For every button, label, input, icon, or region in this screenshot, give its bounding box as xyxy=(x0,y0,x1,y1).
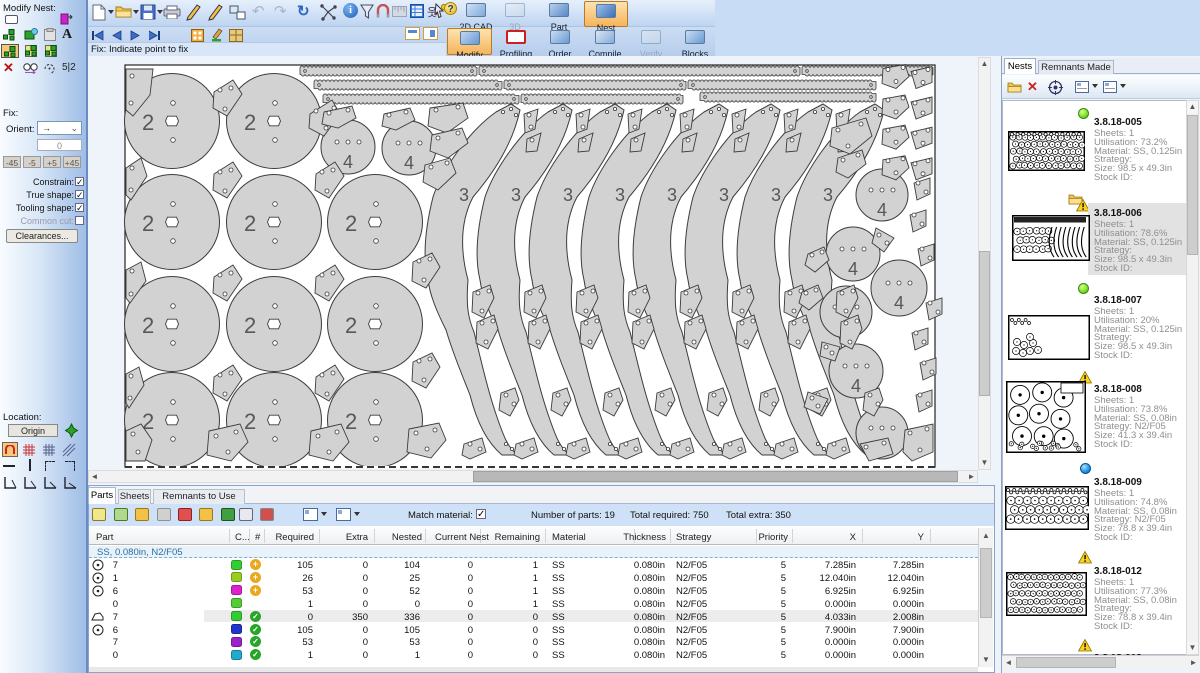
svg-text:2: 2 xyxy=(244,110,256,135)
svg-text:4: 4 xyxy=(404,153,414,173)
svg-text:2: 2 xyxy=(244,409,256,434)
svg-text:2: 2 xyxy=(345,409,357,434)
svg-text:2: 2 xyxy=(142,211,154,236)
svg-text:2: 2 xyxy=(345,211,357,236)
svg-text:3: 3 xyxy=(563,185,573,205)
svg-text:2: 2 xyxy=(142,313,154,338)
svg-text:3: 3 xyxy=(823,185,833,205)
svg-text:2: 2 xyxy=(244,313,256,338)
svg-text:3: 3 xyxy=(459,185,469,205)
svg-text:2: 2 xyxy=(244,211,256,236)
svg-text:4: 4 xyxy=(343,152,353,172)
svg-text:3: 3 xyxy=(667,185,677,205)
svg-text:3: 3 xyxy=(719,185,729,205)
svg-text:4: 4 xyxy=(894,293,904,313)
svg-text:3: 3 xyxy=(615,185,625,205)
svg-text:4: 4 xyxy=(851,376,861,396)
svg-text:2: 2 xyxy=(345,313,357,338)
svg-text:3: 3 xyxy=(771,185,781,205)
svg-text:4: 4 xyxy=(877,200,887,220)
svg-text:3: 3 xyxy=(511,185,521,205)
svg-text:2: 2 xyxy=(142,110,154,135)
svg-text:4: 4 xyxy=(848,259,858,279)
